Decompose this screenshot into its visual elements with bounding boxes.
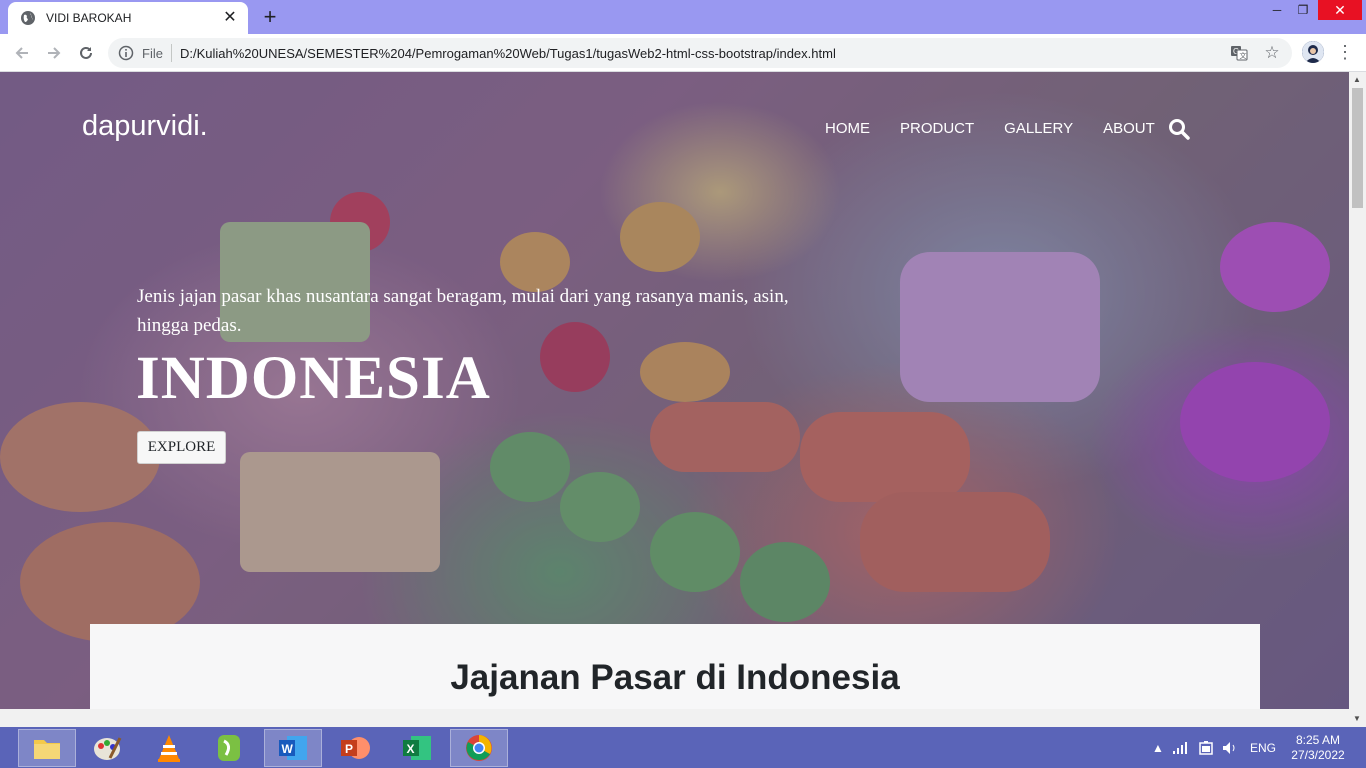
new-tab-button[interactable]: + [258, 6, 282, 30]
svg-text:文: 文 [1240, 51, 1247, 60]
arrow-left-icon [15, 47, 28, 59]
nav-about[interactable]: ABOUT [1103, 120, 1155, 137]
minimize-button[interactable]: ─ [1264, 0, 1290, 20]
browser-toolbar: File D:/Kuliah%20UNESA/SEMESTER%204/Pemr… [0, 34, 1366, 72]
volume-icon[interactable] [1222, 727, 1238, 768]
file-explorer-icon[interactable] [18, 729, 76, 767]
nav-gallery[interactable]: GALLERY [1004, 120, 1073, 137]
translate-icon[interactable]: G文 [1230, 44, 1248, 62]
url-text[interactable]: D:/Kuliah%20UNESA/SEMESTER%204/Pemrogama… [180, 46, 836, 61]
powerpoint-icon[interactable]: P [326, 729, 384, 767]
clock-time: 8:25 AM [1295, 733, 1341, 747]
taskbar: W P X ▲ ENG 8:25 AM 27/3/2022 [0, 727, 1366, 768]
explore-button[interactable]: EXPLORE [137, 431, 226, 464]
vlc-icon[interactable] [140, 729, 198, 767]
system-clock[interactable]: 8:25 AM 27/3/2022 [1286, 733, 1350, 763]
restore-button[interactable]: ❐ [1290, 0, 1316, 20]
close-window-button[interactable]: ✕ [1318, 0, 1362, 20]
profile-avatar[interactable] [1302, 41, 1324, 63]
vertical-scrollbar[interactable]: ▲ ▼ [1349, 72, 1366, 727]
svg-text:P: P [345, 742, 353, 756]
scroll-down-icon[interactable]: ▼ [1353, 714, 1361, 723]
page-bottom-strip [0, 709, 1349, 727]
hero-title: INDONESIA [136, 345, 491, 412]
site-brand[interactable]: dapurvidi. [82, 110, 208, 143]
svg-text:W: W [282, 742, 294, 756]
tab-title: VIDI BAROKAH [46, 11, 132, 25]
browser-tab[interactable]: VIDI BAROKAH ✕ [8, 2, 248, 34]
language-indicator[interactable]: ENG [1250, 727, 1276, 768]
globe-icon [20, 10, 36, 26]
content-card: Jajanan Pasar di Indonesia [90, 624, 1260, 709]
tab-close-icon[interactable]: ✕ [222, 10, 238, 26]
page-viewport: dapurvidi. HOME PRODUCT GALLERY ABOUT Je… [0, 72, 1349, 709]
nav-home[interactable]: HOME [825, 120, 870, 137]
scroll-up-icon[interactable]: ▲ [1353, 75, 1361, 84]
tab-strip: VIDI BAROKAH ✕ + ─ ❐ ✕ [0, 0, 1366, 34]
show-hidden-icons[interactable]: ▲ [1152, 727, 1164, 768]
address-bar[interactable]: File D:/Kuliah%20UNESA/SEMESTER%204/Pemr… [108, 38, 1292, 68]
battery-icon[interactable] [1198, 727, 1214, 768]
nav-product[interactable]: PRODUCT [900, 120, 974, 137]
scheme-label: File [142, 46, 163, 61]
svg-text:X: X [407, 742, 415, 756]
camtasia-icon[interactable] [200, 729, 258, 767]
paint-icon[interactable] [78, 729, 136, 767]
info-icon[interactable] [118, 45, 134, 61]
separator [171, 44, 172, 62]
reload-icon [80, 46, 92, 59]
arrow-right-icon [48, 47, 61, 59]
chrome-icon[interactable] [450, 729, 508, 767]
hero-subtitle: Jenis jajan pasar khas nusantara sangat … [137, 286, 789, 336]
clock-date: 27/3/2022 [1291, 748, 1345, 762]
back-button[interactable] [9, 40, 35, 66]
scroll-thumb[interactable] [1352, 88, 1363, 208]
section-title: Jajanan Pasar di Indonesia [450, 658, 900, 697]
hero-section: dapurvidi. HOME PRODUCT GALLERY ABOUT Je… [0, 72, 1349, 709]
excel-icon[interactable]: X [388, 729, 446, 767]
kebab-menu-icon[interactable]: ⋮ [1336, 41, 1354, 65]
site-nav: HOME PRODUCT GALLERY ABOUT [825, 120, 1185, 137]
forward-button[interactable] [41, 40, 67, 66]
bookmark-star-icon[interactable]: ☆ [1262, 43, 1282, 63]
search-icon[interactable] [1168, 118, 1190, 140]
network-signal-icon[interactable] [1172, 727, 1190, 768]
reload-button[interactable] [73, 40, 99, 66]
word-icon[interactable]: W [264, 729, 322, 767]
